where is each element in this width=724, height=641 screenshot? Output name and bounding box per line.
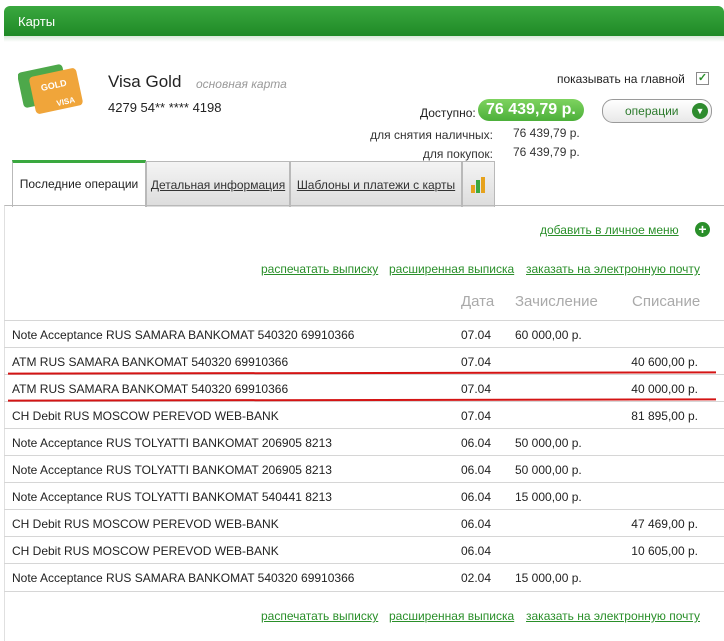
operation-description: CH Debit RUS MOSCOW PEREVOD WEB-BANK bbox=[12, 517, 279, 531]
operation-debit: 40 600,00 р. bbox=[631, 355, 698, 369]
operation-credit: 50 000,00 р. bbox=[515, 436, 582, 450]
plus-icon[interactable]: + bbox=[695, 222, 710, 237]
table-row: CH Debit RUS MOSCOW PEREVOD WEB-BANK 06.… bbox=[4, 536, 724, 564]
operation-date: 07.04 bbox=[461, 355, 492, 369]
operations-button[interactable]: операции ▼ bbox=[602, 99, 712, 123]
operation-debit: 47 469,00 р. bbox=[631, 517, 698, 531]
table-row: Note Acceptance RUS SAMARA BANKOMAT 5403… bbox=[4, 563, 724, 592]
table-row: CH Debit RUS MOSCOW PEREVOD WEB-BANK 06.… bbox=[4, 509, 724, 537]
extended-statement-link-bottom[interactable]: расширенная выписка bbox=[389, 609, 514, 623]
operation-description: ATM RUS SAMARA BANKOMAT 540320 69910366 bbox=[12, 355, 289, 369]
tab-recent-operations[interactable]: Последние операции bbox=[12, 160, 146, 207]
operation-description: ATM RUS SAMARA BANKOMAT 540320 69910366 bbox=[12, 382, 289, 396]
operation-date: 06.04 bbox=[461, 490, 492, 504]
print-statement-link-bottom[interactable]: распечатать выписку bbox=[261, 609, 378, 623]
show-on-main-checkbox[interactable]: ✓ bbox=[696, 72, 709, 85]
section-title: Карты bbox=[18, 14, 56, 29]
operation-date: 06.04 bbox=[461, 463, 492, 477]
column-header-date: Дата bbox=[461, 293, 495, 310]
operation-description: Note Acceptance RUS TOLYATTI BANKOMAT 54… bbox=[12, 490, 332, 504]
purchase-limit-label: для покупок: bbox=[422, 147, 493, 161]
section-header: Карты bbox=[4, 6, 724, 36]
add-to-menu-link[interactable]: добавить в личное меню bbox=[540, 223, 679, 237]
operation-description: CH Debit RUS MOSCOW PEREVOD WEB-BANK bbox=[12, 409, 279, 423]
available-label: Доступно: bbox=[420, 106, 476, 120]
operation-credit: 50 000,00 р. bbox=[515, 463, 582, 477]
operation-date: 06.04 bbox=[461, 436, 492, 450]
table-row: Note Acceptance RUS SAMARA BANKOMAT 5403… bbox=[4, 320, 724, 348]
chart-icon bbox=[471, 177, 485, 193]
tab-label: Шаблоны и платежи с карты bbox=[296, 178, 456, 192]
tab-templates-payments[interactable]: Шаблоны и платежи с карты bbox=[290, 161, 462, 207]
chevron-down-icon: ▼ bbox=[692, 103, 708, 119]
operations-button-label: операции bbox=[625, 104, 679, 118]
operation-date: 07.04 bbox=[461, 382, 492, 396]
operation-date: 02.04 bbox=[461, 571, 492, 585]
column-header-debit: Списание bbox=[632, 293, 701, 310]
gold-visa-card-icon: GOLD VISA bbox=[18, 64, 83, 114]
extended-statement-link[interactable]: расширенная выписка bbox=[389, 262, 514, 276]
table-row: Note Acceptance RUS TOLYATTI BANKOMAT 54… bbox=[4, 482, 724, 510]
operation-description: Note Acceptance RUS TOLYATTI BANKOMAT 20… bbox=[12, 436, 332, 450]
table-row: Note Acceptance RUS TOLYATTI BANKOMAT 20… bbox=[4, 428, 724, 456]
operation-description: CH Debit RUS MOSCOW PEREVOD WEB-BANK bbox=[12, 544, 279, 558]
operation-description: Note Acceptance RUS TOLYATTI BANKOMAT 20… bbox=[12, 463, 332, 477]
available-balance-badge: 76 439,79 р. bbox=[478, 99, 584, 121]
operation-credit: 15 000,00 р. bbox=[515, 571, 582, 585]
operation-debit: 10 605,00 р. bbox=[631, 544, 698, 558]
tab-label: Детальная информация bbox=[150, 178, 286, 192]
operation-date: 07.04 bbox=[461, 409, 492, 423]
column-header-credit: Зачисление bbox=[515, 293, 598, 310]
cash-limit-value: 76 439,79 р. bbox=[513, 126, 580, 140]
operation-description: Note Acceptance RUS SAMARA BANKOMAT 5403… bbox=[12, 571, 355, 585]
tab-chart[interactable] bbox=[462, 161, 495, 207]
card-name: Visa Gold bbox=[108, 72, 182, 91]
order-email-link[interactable]: заказать на электронную почту bbox=[526, 262, 700, 276]
table-row: CH Debit RUS MOSCOW PEREVOD WEB-BANK 07.… bbox=[4, 401, 724, 429]
tab-label: Последние операции bbox=[19, 177, 139, 191]
operation-credit: 15 000,00 р. bbox=[515, 490, 582, 504]
order-email-link-bottom[interactable]: заказать на электронную почту bbox=[526, 609, 700, 623]
operation-debit: 40 000,00 р. bbox=[631, 382, 698, 396]
card-number: 4279 54** **** 4198 bbox=[108, 100, 222, 115]
tab-detailed-info[interactable]: Детальная информация bbox=[146, 161, 290, 207]
header-shadow bbox=[4, 36, 724, 42]
card-subtitle: основная карта bbox=[196, 77, 287, 91]
table-row: Note Acceptance RUS TOLYATTI BANKOMAT 20… bbox=[4, 455, 724, 483]
show-on-main-label: показывать на главной bbox=[557, 72, 685, 86]
operation-date: 07.04 bbox=[461, 328, 492, 342]
operation-date: 06.04 bbox=[461, 544, 492, 558]
operation-debit: 81 895,00 р. bbox=[631, 409, 698, 423]
operation-credit: 60 000,00 р. bbox=[515, 328, 582, 342]
print-statement-link[interactable]: распечатать выписку bbox=[261, 262, 378, 276]
operation-description: Note Acceptance RUS SAMARA BANKOMAT 5403… bbox=[12, 328, 355, 342]
operation-date: 06.04 bbox=[461, 517, 492, 531]
purchase-limit-value: 76 439,79 р. bbox=[513, 145, 580, 159]
cash-limit-label: для снятия наличных: bbox=[370, 128, 493, 142]
